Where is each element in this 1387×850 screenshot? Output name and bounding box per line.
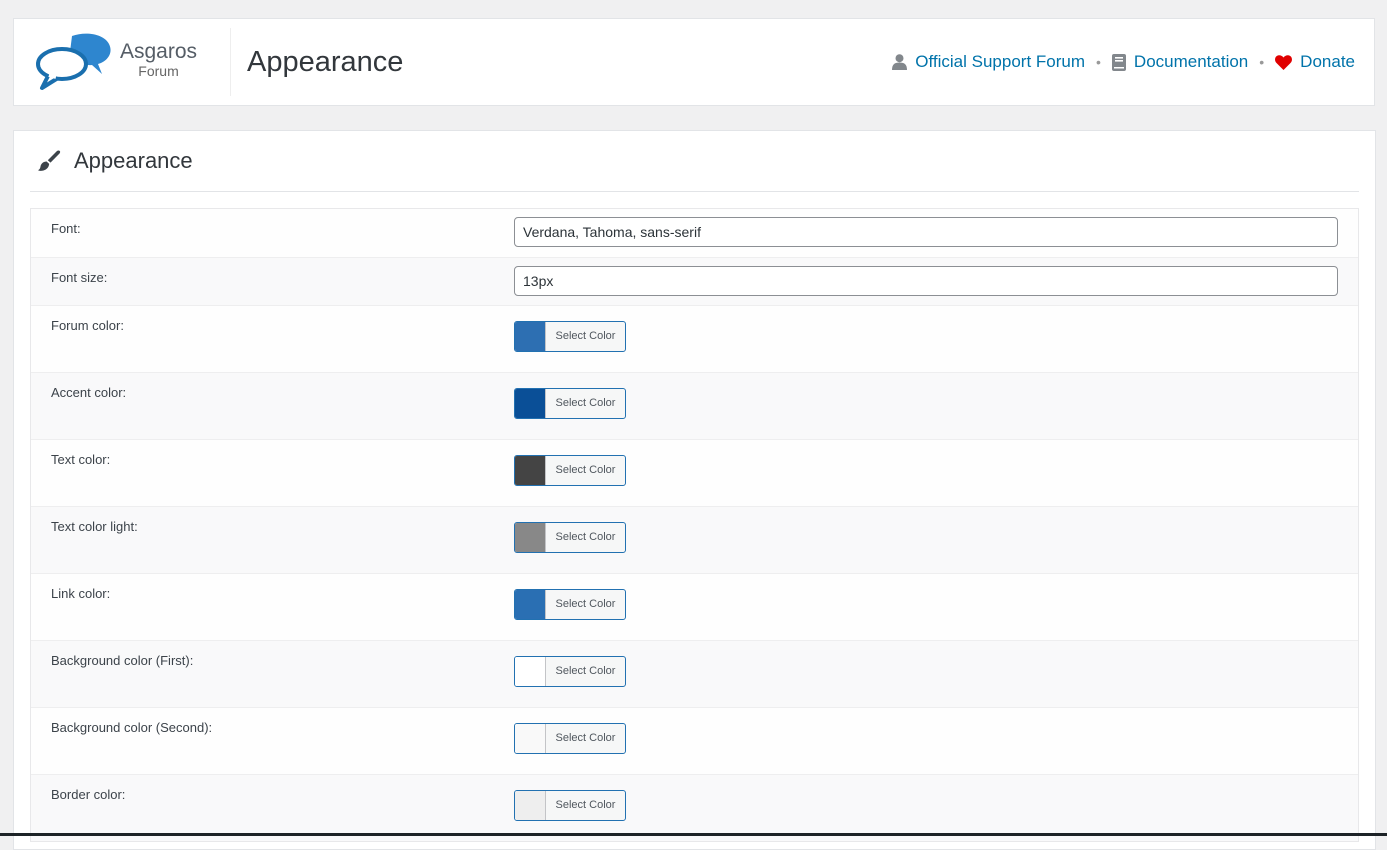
separator: • xyxy=(1096,54,1101,70)
logo-subtitle: Forum xyxy=(138,63,179,79)
plugin-header: Asgaros Forum Appearance Official Suppor… xyxy=(13,18,1375,106)
background-color-second-label: Background color (Second): xyxy=(51,720,213,735)
setting-row-text-color-light: Text color light: Select Color xyxy=(31,506,1358,573)
user-icon xyxy=(892,54,908,70)
select-color-label: Select Color xyxy=(555,464,616,476)
paintbrush-icon xyxy=(38,150,61,171)
background-color-second-picker-button[interactable]: Select Color xyxy=(514,723,626,754)
accent-color-label: Accent color: xyxy=(51,385,127,400)
color-swatch xyxy=(515,657,546,686)
select-color-label: Select Color xyxy=(555,397,616,409)
select-color-label: Select Color xyxy=(555,799,616,811)
text-color-label: Text color: xyxy=(51,452,111,467)
logo-title: Asgaros xyxy=(120,40,198,63)
separator: • xyxy=(1259,54,1265,70)
border-color-picker-button[interactable]: Select Color xyxy=(514,790,626,821)
panel-header: Appearance xyxy=(30,131,1359,192)
select-color-label: Select Color xyxy=(555,598,616,610)
text-color-light-picker-button[interactable]: Select Color xyxy=(514,522,626,553)
background-color-first-picker-button[interactable]: Select Color xyxy=(514,656,626,687)
select-color-label: Select Color xyxy=(555,531,616,543)
asgaros-logo: Asgaros Forum xyxy=(14,28,231,96)
setting-row-border-color: Border color: Select Color xyxy=(31,774,1358,841)
link-color-picker-button[interactable]: Select Color xyxy=(514,589,626,620)
background-color-first-label: Background color (First): xyxy=(51,653,194,668)
color-swatch xyxy=(515,590,546,619)
color-swatch xyxy=(515,523,546,552)
appearance-panel: Appearance Font: Font size: Forum color:… xyxy=(13,130,1376,850)
select-color-label: Select Color xyxy=(555,732,616,744)
text-color-picker-button[interactable]: Select Color xyxy=(514,455,626,486)
donate-label: Donate xyxy=(1300,52,1355,71)
color-swatch xyxy=(515,791,546,820)
color-swatch xyxy=(515,456,546,485)
heart-icon xyxy=(1275,54,1293,70)
setting-row-text-color: Text color: Select Color xyxy=(31,439,1358,506)
font-label: Font: xyxy=(51,221,81,236)
font-size-input[interactable] xyxy=(514,266,1338,296)
setting-row-background-color-first: Background color (First): Select Color xyxy=(31,640,1358,707)
speech-bubbles-icon xyxy=(36,33,111,90)
color-swatch xyxy=(515,322,546,351)
setting-row-link-color: Link color: Select Color xyxy=(31,573,1358,640)
border-color-label: Border color: xyxy=(51,787,126,802)
color-swatch xyxy=(515,389,546,418)
documentation-link[interactable]: Documentation xyxy=(1111,52,1249,72)
book-icon xyxy=(1111,53,1126,71)
panel-title: Appearance xyxy=(74,148,193,173)
color-swatch xyxy=(515,724,546,753)
page-title: Appearance xyxy=(247,45,404,78)
link-color-label: Link color: xyxy=(51,586,111,601)
font-input[interactable] xyxy=(514,217,1338,247)
official-support-forum-link[interactable]: Official Support Forum xyxy=(892,52,1085,72)
documentation-label: Documentation xyxy=(1133,52,1249,71)
donate-link[interactable]: Donate xyxy=(1275,52,1355,72)
font-size-label: Font size: xyxy=(51,270,108,285)
accent-color-picker-button[interactable]: Select Color xyxy=(514,388,626,419)
forum-color-picker-button[interactable]: Select Color xyxy=(514,321,626,352)
forum-color-label: Forum color: xyxy=(51,318,124,333)
select-color-label: Select Color xyxy=(555,665,616,677)
text-color-light-label: Text color light: xyxy=(51,519,138,534)
select-color-label: Select Color xyxy=(555,330,616,342)
setting-row-font-size: Font size: xyxy=(31,257,1358,305)
header-links: Official Support Forum • Documentation •… xyxy=(892,52,1355,72)
official-support-forum-label: Official Support Forum xyxy=(915,52,1086,71)
setting-row-accent-color: Accent color: Select Color xyxy=(31,372,1358,439)
setting-row-forum-color: Forum color: Select Color xyxy=(31,305,1358,372)
settings-table: Font: Font size: Forum color: Select Col… xyxy=(30,208,1359,842)
setting-row-background-color-second: Background color (Second): Select Color xyxy=(31,707,1358,774)
setting-row-font: Font: xyxy=(31,209,1358,257)
